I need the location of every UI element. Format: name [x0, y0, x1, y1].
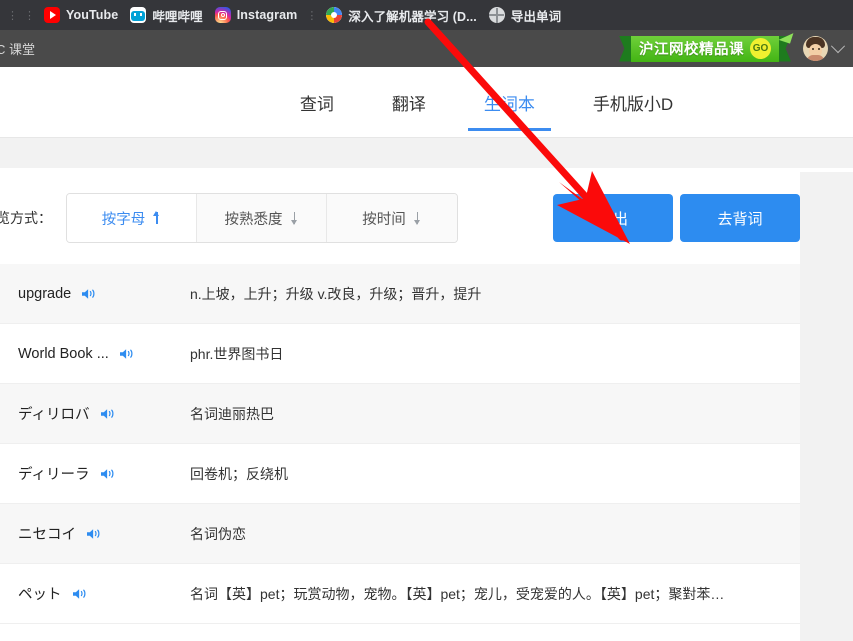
avatar[interactable]	[803, 36, 828, 61]
wordbook-toolbar: 览方式： 按字母 按熟悉度 按时间 导出 去背词	[0, 172, 800, 264]
bookmark-label: YouTube	[66, 8, 119, 22]
speaker-icon[interactable]	[86, 527, 102, 541]
word-cell: ニセコイ	[0, 523, 190, 544]
table-row[interactable]: World Book ... phr.世界图书日	[0, 324, 800, 384]
bookmark-bilibili[interactable]: 哔哩哔哩	[124, 4, 208, 26]
speaker-icon[interactable]	[72, 587, 88, 601]
export-button[interactable]: 导出	[553, 194, 673, 242]
page-background-gutter	[800, 172, 853, 641]
sort-by-alphabet-button[interactable]: 按字母	[67, 194, 197, 242]
table-row[interactable]: upgrade n.上坡，上升；升级 v.改良，升级；晋升，提升	[0, 264, 800, 324]
word-text: ペット	[18, 587, 62, 603]
sort-option-label: 按熟悉度	[224, 211, 283, 228]
speaker-icon[interactable]	[119, 347, 135, 361]
sort-arrow-down-icon	[413, 211, 422, 225]
table-row[interactable]: ディリーラ 回卷机；反绕机	[0, 444, 800, 504]
table-row[interactable]: ニセコイ 名词伪恋	[0, 504, 800, 564]
sort-mode-label: 览方式：	[0, 210, 52, 226]
tab-chaci[interactable]: 查词	[298, 67, 336, 137]
word-text: ディリーラ	[18, 467, 90, 483]
sort-arrow-down-icon	[290, 211, 299, 225]
word-cell: World Book ...	[0, 346, 190, 362]
tab-label: 生词本	[483, 94, 535, 114]
instagram-icon	[214, 7, 231, 23]
promo-banner-text: 沪江网校精品课	[639, 42, 744, 58]
chevron-down-icon[interactable]	[830, 38, 846, 53]
bookmark-label: 哔哩哔哩	[152, 9, 203, 24]
speaker-icon[interactable]	[100, 407, 116, 421]
tab-label: 翻译	[391, 94, 426, 114]
bookmark-instagram[interactable]: Instagram	[209, 4, 304, 26]
sort-arrow-up-icon	[153, 211, 161, 225]
sort-mode-group: 按字母 按熟悉度 按时间	[66, 193, 458, 243]
main-navigation: 查词 翻译 生词本 手机版小D	[0, 67, 853, 137]
avatar-body	[807, 55, 824, 61]
tab-mobile-xiaod[interactable]: 手机版小D	[591, 67, 675, 137]
bilibili-icon	[130, 7, 147, 23]
bookmark-machine-learning[interactable]: 深入了解机器学习 (D...	[320, 4, 482, 26]
bookmark-export-words[interactable]: 导出单词	[483, 4, 567, 26]
avatar-eye-right	[818, 48, 820, 50]
word-cell: upgrade	[0, 286, 190, 302]
avatar-eye-left	[812, 48, 814, 50]
word-text: ディリロバ	[18, 407, 90, 423]
bookmark-divider: ⋮	[306, 9, 318, 22]
toolbar-actions: 导出 去背词	[553, 194, 800, 242]
bookmark-youtube[interactable]: YouTube	[38, 4, 124, 26]
table-row[interactable]: ペット 名词【英】pet；玩赏动物，宠物。【英】pet；宠儿，受宠爱的人。【英】…	[0, 564, 800, 624]
promo-banner-body: 沪江网校精品课 GO	[631, 35, 779, 62]
sort-option-label: 按字母	[101, 211, 146, 228]
site-logo[interactable]: C 课堂	[0, 39, 35, 58]
tab-label: 手机版小D	[592, 94, 674, 114]
tab-fanyi[interactable]: 翻译	[390, 67, 428, 137]
word-cell: ディリーラ	[0, 463, 190, 484]
sort-by-time-button[interactable]: 按时间	[327, 194, 457, 242]
bookmark-divider: ⋮	[24, 9, 35, 22]
globe-icon	[488, 7, 505, 23]
review-words-button[interactable]: 去背词	[680, 194, 800, 242]
sort-by-familiarity-button[interactable]: 按熟悉度	[197, 194, 327, 242]
definition-text: n.上坡，上升；升级 v.改良，升级；晋升，提升	[190, 285, 482, 302]
sort-option-label: 按时间	[362, 211, 406, 228]
bookmark-label: 导出单词	[510, 9, 562, 24]
word-cell: ペット	[0, 583, 190, 604]
site-header: C 课堂 沪江网校精品课 GO	[0, 28, 853, 67]
word-text: upgrade	[18, 285, 72, 302]
definition-text: phr.世界图书日	[190, 345, 284, 362]
definition-text: 名词迪丽热巴	[190, 405, 274, 422]
speaker-icon[interactable]	[100, 467, 116, 481]
definition-text: 回卷机；反绕机	[190, 465, 288, 482]
header-right-group: 沪江网校精品课 GO	[619, 28, 853, 67]
ribbon-tail-left-icon	[619, 35, 631, 62]
tab-label: 查词	[299, 94, 334, 114]
bookmark-overflow-indicator: ⋮	[7, 9, 18, 22]
colorwheel-icon	[326, 7, 343, 23]
definition-text: 名词伪恋	[190, 525, 246, 542]
section-divider-band	[0, 137, 853, 168]
tab-shengcibien[interactable]: 生词本	[467, 67, 551, 137]
bookmark-label: Instagram	[236, 8, 298, 22]
word-list: upgrade n.上坡，上升；升级 v.改良，升级；晋升，提升 World B…	[0, 264, 800, 641]
definition-text: 名词【英】pet；玩赏动物，宠物。【英】pet；宠儿，受宠爱的人。【英】pet；…	[190, 585, 725, 602]
account-menu[interactable]	[803, 36, 853, 61]
word-text: ニセコイ	[18, 527, 76, 543]
speaker-icon[interactable]	[81, 287, 97, 301]
promo-go-button[interactable]: GO	[750, 38, 771, 59]
wordbook-panel: 览方式： 按字母 按熟悉度 按时间 导出 去背词 upgrade n.上坡，上升…	[0, 172, 800, 641]
youtube-icon	[44, 7, 60, 23]
browser-bookmark-bar: ⋮ ⋮ YouTube 哔哩哔哩 Instagram ⋮ 深入了解机器学习 (D…	[0, 0, 853, 30]
table-row[interactable]: ディリロバ 名词迪丽热巴	[0, 384, 800, 444]
word-text: World Book ...	[18, 345, 109, 362]
promo-banner[interactable]: 沪江网校精品课 GO	[619, 28, 794, 62]
bookmark-label: 深入了解机器学习 (D...	[348, 9, 477, 24]
word-cell: ディリロバ	[0, 403, 190, 424]
